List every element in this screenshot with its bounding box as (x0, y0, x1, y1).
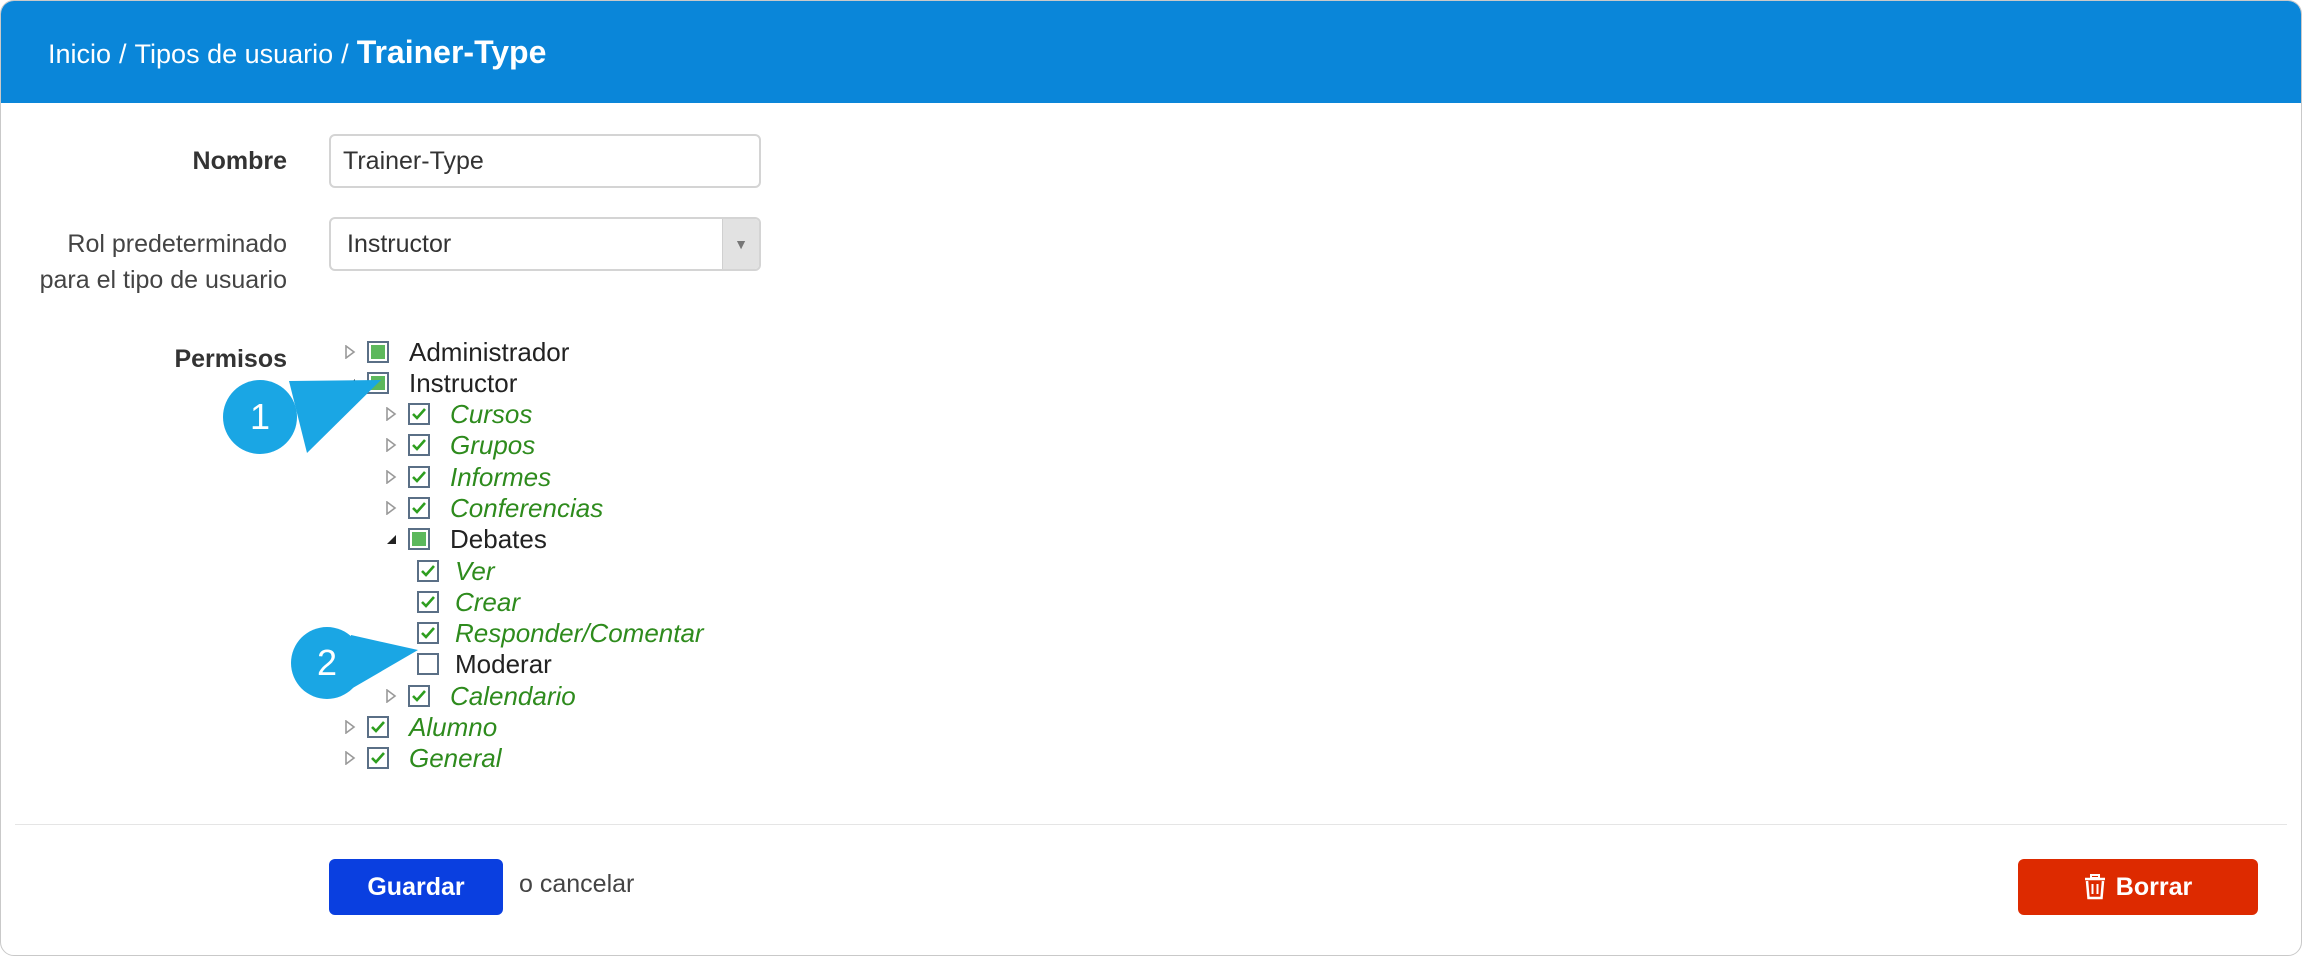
permission-label[interactable]: Grupos (450, 430, 535, 461)
permission-checkbox-checked[interactable] (367, 747, 389, 769)
callout-1: 1 (223, 380, 381, 454)
permission-label[interactable]: Calendario (450, 681, 576, 712)
permission-label[interactable]: Cursos (450, 399, 532, 430)
permissions-label: Permisos (174, 345, 287, 373)
default-role-selected-value: Instructor (347, 229, 452, 258)
delete-button[interactable]: Borrar (2018, 859, 2258, 915)
collapse-triangle-icon[interactable] (380, 524, 402, 554)
permission-checkbox-checked[interactable] (367, 716, 389, 738)
permission-label[interactable]: Moderar (455, 649, 552, 680)
default-role-label: Rol predeterminado para el tipo de usuar… (40, 226, 287, 298)
or-cancel-text: o cancelar (519, 870, 634, 899)
permission-label[interactable]: Informes (450, 462, 551, 493)
permission-checkbox-checked[interactable] (417, 560, 439, 582)
callout-2-number: 2 (317, 642, 337, 683)
callout-2: 2 (291, 627, 418, 699)
permission-label[interactable]: Instructor (409, 368, 517, 399)
partial-fill (412, 532, 426, 546)
permission-label[interactable]: Responder/Comentar (455, 618, 704, 649)
breadcrumb-home-link[interactable]: Inicio (48, 39, 111, 70)
permission-node: Alumno (339, 712, 497, 742)
permission-checkbox-checked[interactable] (408, 497, 430, 519)
expand-triangle-icon[interactable] (380, 493, 402, 523)
name-input[interactable] (329, 134, 761, 188)
permission-label[interactable]: Conferencias (450, 493, 603, 524)
permission-label[interactable]: Crear (455, 587, 520, 618)
permission-label[interactable]: Alumno (409, 712, 497, 743)
page-title: Trainer-Type (356, 33, 547, 70)
name-label: Nombre (192, 147, 287, 175)
default-role-label-line1: Rol predeterminado (67, 230, 287, 258)
save-button[interactable]: Guardar (329, 859, 503, 915)
default-role-label-line2: para el tipo de usuario (39, 266, 287, 294)
permission-node: Administrador (339, 337, 569, 367)
expand-triangle-icon[interactable] (339, 743, 361, 773)
permission-checkbox-checked[interactable] (408, 434, 430, 456)
user-type-form-panel: Inicio / Tipos de usuario / Trainer-Type… (0, 0, 2302, 956)
delete-button-label: Borrar (2115, 872, 2193, 901)
breadcrumb-separator: / (119, 38, 127, 69)
permission-label[interactable]: Administrador (409, 337, 569, 368)
breadcrumb: Inicio / Tipos de usuario / Trainer-Type (48, 34, 546, 71)
expand-triangle-icon[interactable] (380, 462, 402, 492)
permission-label[interactable]: Debates (450, 524, 547, 555)
permission-node: Cursos (380, 399, 532, 429)
default-role-select[interactable]: Instructor ▼ (329, 217, 761, 271)
breadcrumb-user-types-link[interactable]: Tipos de usuario (135, 39, 334, 70)
callout-1-number: 1 (250, 396, 270, 437)
permission-label[interactable]: Ver (455, 556, 495, 587)
trash-icon (2084, 874, 2106, 900)
permission-node: Crear (417, 587, 520, 617)
partial-fill (371, 345, 385, 359)
permission-node: General (339, 743, 502, 773)
permission-node: Grupos (380, 430, 535, 460)
permission-checkbox-partial[interactable] (367, 341, 389, 363)
permission-checkbox-partial[interactable] (408, 528, 430, 550)
permission-node: Informes (380, 462, 551, 492)
expand-triangle-icon[interactable] (339, 712, 361, 742)
permission-node: Moderar (417, 649, 552, 679)
cancel-link[interactable]: cancelar (540, 870, 635, 898)
permission-checkbox-checked[interactable] (408, 403, 430, 425)
dropdown-arrow-icon[interactable]: ▼ (722, 219, 759, 269)
permission-node: Responder/Comentar (417, 618, 704, 648)
permission-checkbox-checked[interactable] (417, 591, 439, 613)
breadcrumb-separator: / (341, 38, 349, 69)
page-header: Inicio / Tipos de usuario / Trainer-Type (1, 1, 2301, 103)
footer-divider (15, 824, 2287, 825)
expand-triangle-icon[interactable] (339, 337, 361, 367)
permission-label[interactable]: General (409, 743, 502, 774)
permission-node: Conferencias (380, 493, 603, 523)
or-text: o (519, 870, 533, 898)
permission-node: Ver (417, 556, 495, 586)
permission-node: Debates (380, 524, 547, 554)
permission-checkbox-checked[interactable] (408, 466, 430, 488)
